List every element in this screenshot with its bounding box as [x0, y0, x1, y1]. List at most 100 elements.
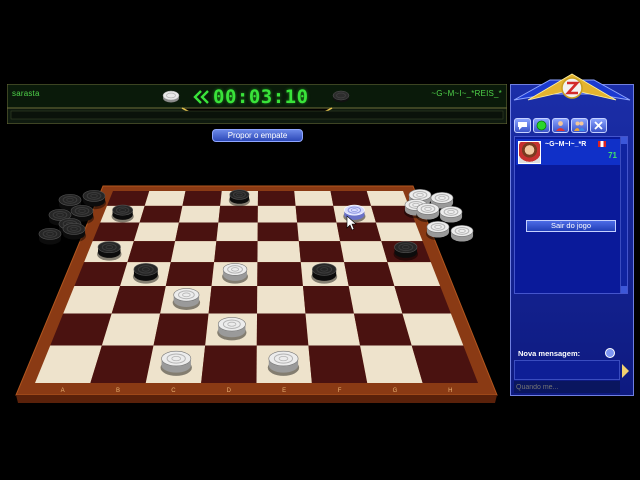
- country-flag-icon: [598, 141, 606, 147]
- settings-tab[interactable]: [590, 118, 607, 133]
- avatar: [518, 141, 541, 164]
- light-square: [366, 191, 409, 206]
- friends-icon: [574, 121, 585, 131]
- settings-icon: [594, 121, 603, 130]
- new-message-label: Nova mensagem:: [518, 349, 581, 358]
- file-label: E: [282, 388, 286, 394]
- user-tab[interactable]: [552, 118, 569, 133]
- file-label: F: [338, 388, 342, 394]
- white-piece[interactable]: [217, 317, 247, 341]
- user-icon: [556, 121, 565, 131]
- black-piece[interactable]: [111, 204, 134, 223]
- board-edge: [16, 395, 497, 403]
- user-name: ~G~M~I~_*R: [545, 141, 587, 148]
- light-square: [144, 191, 186, 206]
- game-timer: 00:03:10: [193, 86, 309, 108]
- dark-square: [302, 286, 354, 314]
- dark-square: [257, 222, 299, 242]
- game-screen: A B C D E F G H sarasta 00:03:10 ~G~M~I~_*REIS_…: [0, 0, 640, 480]
- dark-square: [330, 191, 372, 206]
- dark-square: [139, 205, 183, 223]
- timer-text: 00:03:10: [213, 86, 309, 108]
- send-arrow-icon[interactable]: [622, 364, 629, 378]
- dark-square: [153, 313, 209, 346]
- dark-square: [182, 191, 222, 206]
- black-piece[interactable]: [97, 241, 122, 261]
- dark-square: [201, 345, 257, 383]
- dark-square: [257, 191, 296, 206]
- dark-square: [344, 262, 395, 287]
- collapse-icon[interactable]: [605, 348, 615, 358]
- message-area: [514, 360, 620, 380]
- scoreboard: sarasta 00:03:10 ~G~M~I~_*REIS_*: [7, 84, 507, 124]
- light-square: [257, 286, 306, 314]
- selected-piece[interactable]: [343, 204, 366, 223]
- scroll-up-icon[interactable]: [621, 137, 627, 144]
- light-square: [375, 222, 423, 242]
- leave-game-button[interactable]: Sair do jogo: [526, 220, 616, 232]
- file-label: A: [61, 388, 65, 394]
- right-player-black-piece-icon: [332, 90, 350, 103]
- light-square: [257, 241, 301, 263]
- light-square: [340, 241, 388, 263]
- light-square: [348, 286, 403, 314]
- dark-square: [165, 262, 215, 287]
- file-label: G: [393, 388, 398, 394]
- left-player-white-piece-icon: [162, 90, 180, 103]
- scroll-down-icon[interactable]: [621, 286, 627, 293]
- chat-tab[interactable]: [514, 118, 531, 133]
- dark-square: [106, 191, 150, 206]
- light-square: [305, 313, 361, 346]
- black-piece[interactable]: [393, 241, 419, 261]
- captured-white-piece[interactable]: [449, 225, 475, 245]
- white-piece[interactable]: [222, 263, 248, 284]
- dark-square: [175, 222, 219, 242]
- dark-square: [308, 345, 368, 383]
- chat-icon: [518, 122, 527, 130]
- captured-white-piece[interactable]: [415, 203, 441, 223]
- white-piece[interactable]: [172, 288, 201, 310]
- light-square: [101, 313, 161, 346]
- black-piece[interactable]: [228, 189, 251, 207]
- propose-draw-button[interactable]: Propor o empate: [212, 129, 303, 142]
- dark-square: [92, 222, 140, 242]
- dark-square: [256, 313, 309, 346]
- message-input[interactable]: [514, 381, 620, 393]
- double-chevron-left-icon: [193, 90, 209, 104]
- light-square: [297, 222, 341, 242]
- user-score: 71: [608, 151, 617, 160]
- white-piece[interactable]: [267, 350, 300, 376]
- captured-black-piece[interactable]: [61, 223, 87, 243]
- file-label: B: [116, 388, 120, 394]
- user-list-item[interactable]: ~G~M~I~_*R 71: [516, 139, 620, 165]
- dark-square: [218, 205, 258, 223]
- checkers-board[interactable]: A B C D E F G H: [0, 0, 510, 480]
- black-piece[interactable]: [132, 263, 159, 284]
- light-square: [178, 205, 221, 223]
- dark-square: [298, 241, 345, 263]
- user-list-scrollbar[interactable]: [620, 137, 627, 293]
- left-player-name: sarasta: [12, 89, 40, 98]
- light-square: [133, 222, 179, 242]
- friends-tab[interactable]: [571, 118, 588, 133]
- status-icon: [536, 120, 547, 131]
- captured-black-piece[interactable]: [37, 228, 63, 248]
- light-square: [170, 241, 217, 263]
- light-square: [360, 345, 423, 383]
- white-piece[interactable]: [160, 350, 192, 376]
- side-panel: ~G~M~I~_*R 71 Sair do jogo Nova mensagem…: [510, 73, 634, 396]
- light-square: [257, 205, 298, 223]
- dark-square: [127, 241, 176, 263]
- right-player-name: ~G~M~I~_*REIS_*: [431, 89, 502, 98]
- panel-tabs: [514, 118, 607, 133]
- captured-white-piece[interactable]: [425, 221, 451, 241]
- dark-square: [208, 286, 258, 314]
- user-list: ~G~M~I~_*R 71: [514, 136, 628, 294]
- black-piece[interactable]: [311, 263, 338, 284]
- dark-square: [336, 222, 382, 242]
- file-label: C: [171, 388, 176, 394]
- logo-icon: [513, 73, 631, 101]
- status-tab[interactable]: [533, 118, 550, 133]
- dark-square: [353, 313, 412, 346]
- dark-square: [111, 286, 166, 314]
